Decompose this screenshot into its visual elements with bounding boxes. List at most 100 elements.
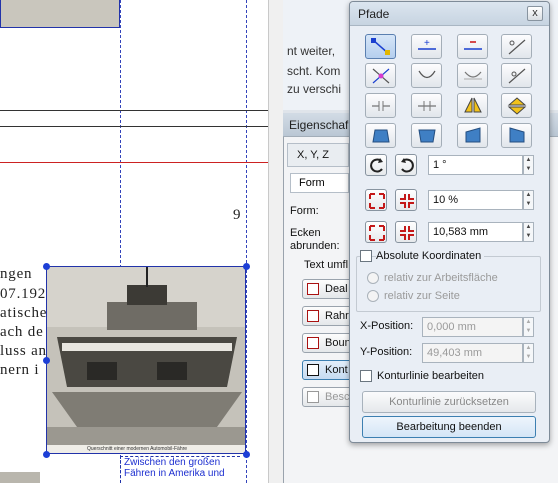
edit-contour-label: Konturlinie bearbeiten [377,370,485,382]
xyz-section-header[interactable]: X, Y, Z [287,143,349,167]
text-flow-label: Text umfl [304,259,349,271]
delete-node-icon [464,41,482,50]
relative-to-page-area-label: relativ zur Arbeitsfläche [384,272,498,284]
bounding-box-icon [307,337,319,349]
scale-spinner[interactable]: ▲ ▼ [523,190,534,210]
symmetric-node-button[interactable] [457,63,488,88]
story-line: nt weiter, [287,44,336,58]
add-node-icon: + [418,38,436,50]
ferry-photo[interactable]: Querschnitt einer modernen Automobil-Fäh… [46,266,246,454]
shrink-icon [400,194,414,208]
y-position-input[interactable]: 49,403 mm [422,343,523,363]
margin-guide [246,0,247,483]
button-label: Boun [325,337,351,349]
enlarge-percent-button[interactable] [365,189,387,211]
relative-to-page-area-radio[interactable] [367,272,379,284]
rotation-angle-input[interactable]: 1 ° [428,155,523,175]
open-path-icon [372,101,390,111]
asymmetric-node-button[interactable] [411,63,442,88]
move-control-points-button[interactable] [501,34,532,59]
close-button[interactable]: x [527,6,543,21]
shear-left-button[interactable] [365,123,396,148]
corners-label-1: Ecken [290,227,321,239]
image-frame-bottom[interactable] [0,472,40,483]
page-number: 9 [233,207,241,223]
photo-caption: Querschnitt einer modernen Automobil-Fäh… [87,446,188,452]
text-flow-disabled-button[interactable]: Deal [302,279,352,299]
shear-up-button[interactable] [457,123,488,148]
caption-frame[interactable]: Zwischen den großen Fähren in Amerika un… [120,456,240,483]
x-position-spinner[interactable]: ▲ ▼ [523,317,534,337]
resize-handle-bl[interactable] [43,451,50,458]
reset-control-points-button[interactable] [365,63,396,88]
relative-to-page-radio[interactable] [367,290,379,302]
rotate-right-button[interactable] [395,154,417,176]
vertical-scrollbar[interactable] [268,0,283,483]
resize-spinner[interactable]: ▲ ▼ [523,222,534,242]
shear-right-icon [418,129,436,143]
x-position-label: X-Position: [360,320,414,332]
resize-handle-l[interactable] [43,357,50,364]
ferry-image [47,267,245,453]
rotation-spinner[interactable]: ▲ ▼ [523,155,534,175]
form-tab[interactable]: Form [290,173,349,193]
text-flow-contour-button[interactable]: Kont [302,360,352,380]
mirror-horizontal-button[interactable] [457,93,488,118]
y-position-spinner[interactable]: ▲ ▼ [523,343,534,363]
button-label: Kont [325,364,348,376]
rotate-left-button[interactable] [365,154,387,176]
document-canvas[interactable]: 9 ngen 07.192 atische ach de luss an ner… [0,0,268,483]
resize-handle-tr[interactable] [243,263,250,270]
shrink-percent-button[interactable] [395,189,417,211]
text-line: luss an [0,343,47,359]
text-flow-frame-button[interactable]: Rahr [302,306,352,326]
mirror-horizontal-icon [464,97,482,113]
close-path-button[interactable] [411,93,442,118]
enlarge-mm-button[interactable] [365,221,387,243]
scale-percent-input[interactable]: 10 % [428,190,523,210]
shear-down-button[interactable] [501,123,532,148]
rotation-value: 1 ° [433,159,447,171]
reset-contour-button[interactable]: Konturlinie zurücksetzen [362,391,536,413]
control-points-icon [508,39,526,55]
x-position-value: 0,000 mm [427,321,476,333]
shear-left-icon [372,129,390,143]
absolute-coords-label: Absolute Koordinaten [376,250,485,262]
resize-value: 10,583 mm [433,226,489,238]
close-icon: x [532,7,538,19]
finish-editing-button[interactable]: Bearbeitung beenden [362,416,536,438]
button-label: Rahr [325,310,349,322]
reset-segment-button[interactable] [501,63,532,88]
resize-handle-br[interactable] [243,451,250,458]
shrink-mm-button[interactable] [395,221,417,243]
text-line: ach de [0,324,44,340]
edit-nodes-button[interactable] [365,34,396,59]
reset-segment-icon [508,68,526,84]
margin-guide-red [0,162,268,163]
mirror-vertical-button[interactable] [501,93,532,118]
button-label: Besc [325,391,350,403]
clip-icon [307,391,319,403]
svg-text:+: + [424,38,430,49]
add-node-button[interactable]: + [411,34,442,59]
absolute-coords-group [356,256,541,312]
text-line: 07.192 [0,286,47,302]
form-tab-label: Form [299,177,325,189]
x-position-input[interactable]: 0,000 mm [422,317,523,337]
edit-contour-checkbox[interactable] [360,370,372,382]
text-line: atische [0,305,48,321]
image-frame-top[interactable] [0,0,120,28]
text-flow-image-clip-button[interactable]: Besc [302,387,352,407]
text-flow-bounding-button[interactable]: Boun [302,333,352,353]
open-path-button[interactable] [365,93,396,118]
baseline-guide-2 [0,126,268,127]
resize-handle-tl[interactable] [43,263,50,270]
shear-right-button[interactable] [411,123,442,148]
story-line: zu verschi [287,82,342,96]
resize-mm-input[interactable]: 10,583 mm [428,222,523,242]
paths-window-titlebar[interactable]: Pfade x [350,2,549,26]
expand-icon [369,225,385,241]
absolute-coords-checkbox[interactable] [360,250,372,262]
delete-node-button[interactable] [457,34,488,59]
contour-icon [307,364,319,376]
